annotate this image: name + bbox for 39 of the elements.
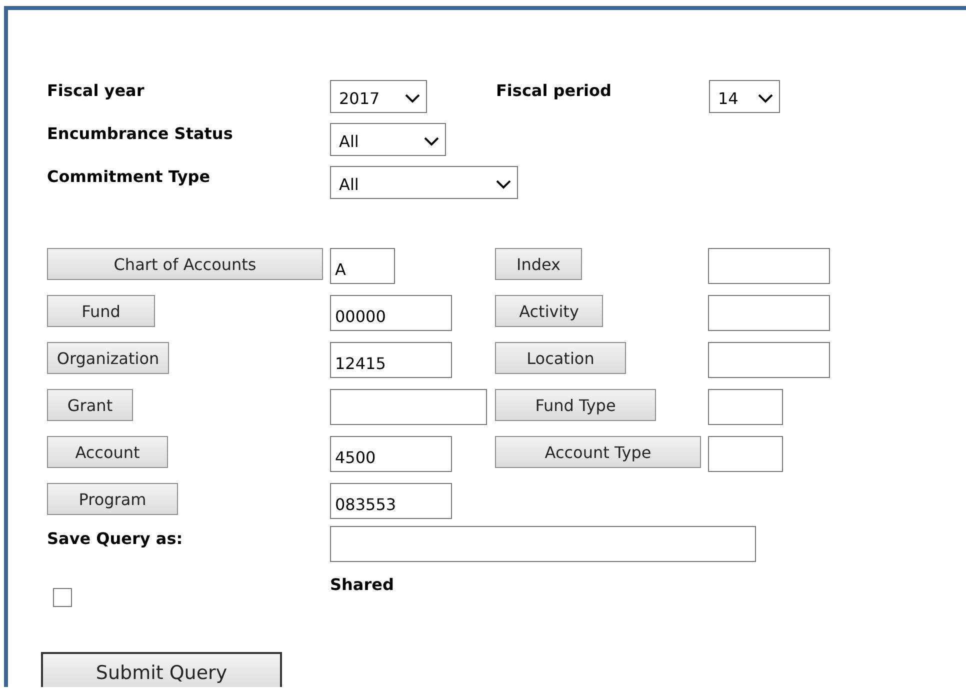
field-label: Save Query as: bbox=[47, 528, 183, 550]
input-field[interactable]: A bbox=[330, 248, 395, 284]
lookup-button[interactable]: Organization bbox=[47, 342, 169, 374]
input-field[interactable]: 083553 bbox=[330, 483, 452, 519]
dropdown[interactable]: All bbox=[330, 166, 518, 199]
field-label: Encumbrance Status bbox=[47, 123, 233, 145]
input-field[interactable] bbox=[330, 389, 487, 425]
lookup-button[interactable]: Index bbox=[495, 248, 582, 280]
lookup-button[interactable]: Activity bbox=[495, 295, 603, 327]
field-label: Fiscal year bbox=[47, 80, 144, 102]
dropdown[interactable]: All bbox=[330, 123, 446, 156]
lookup-button[interactable]: Grant bbox=[47, 389, 133, 421]
lookup-button[interactable]: Account Type bbox=[495, 436, 701, 468]
input-field[interactable] bbox=[708, 436, 783, 472]
lookup-button[interactable]: Fund bbox=[47, 295, 155, 327]
input-field[interactable]: 4500 bbox=[330, 436, 452, 472]
checkbox-label: Shared bbox=[330, 574, 394, 596]
dropdown[interactable]: 2017 bbox=[330, 80, 427, 113]
input-field[interactable] bbox=[708, 389, 783, 425]
input-field[interactable] bbox=[708, 248, 830, 284]
chevron-down-icon bbox=[496, 180, 511, 188]
lookup-button[interactable]: Fund Type bbox=[495, 389, 656, 421]
chevron-down-icon bbox=[405, 94, 420, 102]
input-field[interactable]: 00000 bbox=[330, 295, 452, 331]
input-field[interactable] bbox=[330, 526, 756, 562]
submit-button[interactable]: Submit Query bbox=[41, 652, 282, 687]
input-field[interactable] bbox=[708, 295, 830, 331]
lookup-button[interactable]: Program bbox=[47, 483, 178, 515]
field-label: Commitment Type bbox=[47, 166, 210, 188]
lookup-button[interactable]: Chart of Accounts bbox=[47, 248, 323, 280]
input-field[interactable]: 12415 bbox=[330, 342, 452, 378]
lookup-button[interactable]: Location bbox=[495, 342, 626, 374]
dropdown[interactable]: 14 bbox=[709, 80, 780, 113]
input-field[interactable] bbox=[708, 342, 830, 378]
chevron-down-icon bbox=[424, 136, 439, 146]
checkbox[interactable] bbox=[53, 588, 72, 607]
field-label: Fiscal period bbox=[496, 80, 612, 102]
lookup-button[interactable]: Account bbox=[47, 436, 168, 468]
chevron-down-icon bbox=[758, 94, 773, 102]
